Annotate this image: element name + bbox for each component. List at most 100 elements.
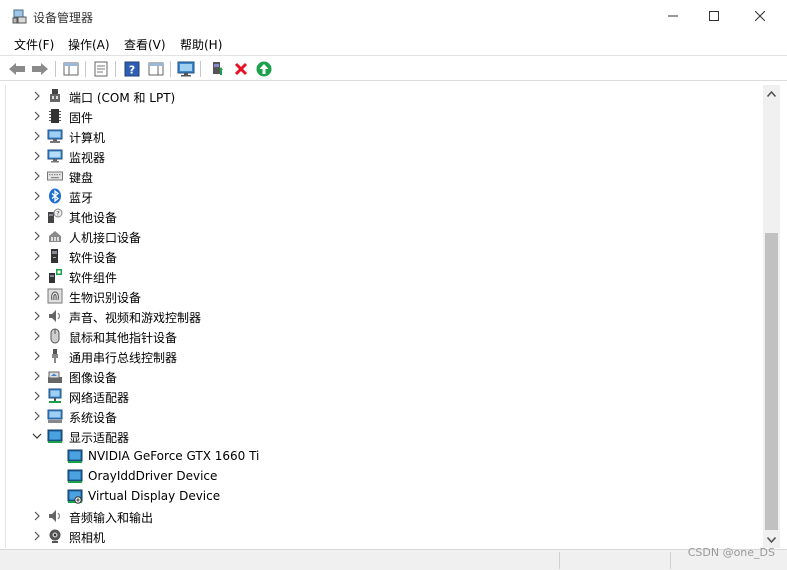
speaker-icon [49,310,61,322]
tree-item-label: 人机接口设备 [69,231,142,245]
tree-category-item[interactable]: 照相机 [6,526,763,546]
window-title: 设备管理器 [33,11,94,25]
maximize-button[interactable] [691,0,737,32]
chevron-right-icon[interactable] [32,371,42,381]
chevron-right-icon[interactable] [32,191,42,201]
close-icon [755,11,765,21]
chevron-right-icon[interactable] [32,511,42,521]
vertical-scrollbar[interactable] [763,85,780,548]
scrollbar-thumb[interactable] [765,233,778,530]
chevron-right-icon[interactable] [32,351,42,361]
show-hide-console-tree-button[interactable] [61,59,81,79]
tree-category-item[interactable]: 软件设备 [6,246,763,266]
status-divider [670,552,671,569]
properties-button[interactable] [91,59,111,79]
scan-hardware-button[interactable] [176,59,196,79]
back-button[interactable] [7,59,27,79]
status-bar [0,549,787,570]
network-adapter-icon [48,388,62,403]
action-pane-button[interactable] [146,59,166,79]
tree-category-item[interactable]: 网络适配器 [6,386,763,406]
tree-category-item[interactable]: 图像设备 [6,366,763,386]
software-device-icon [51,249,58,263]
menu-view[interactable]: 查看(V) [124,36,166,53]
tree-category-item[interactable]: 鼠标和其他指针设备 [6,326,763,346]
tree-child-item[interactable]: OrayIddDriver Device [6,466,763,486]
display-adapter-disabled-icon [67,489,83,504]
chevron-right-icon[interactable] [32,531,42,541]
update-driver-button[interactable] [207,59,227,79]
keyboard-icon [47,171,63,181]
chevron-right-icon[interactable] [32,391,42,401]
chevron-right-icon[interactable] [32,211,42,221]
monitor-icon [47,149,63,163]
tree-category-item[interactable]: 音频输入和输出 [6,506,763,526]
tree-item-label: 计算机 [69,131,106,145]
display-adapter-icon [67,449,83,463]
enable-device-button[interactable] [254,59,274,79]
tree-child-item[interactable]: NVIDIA GeForce GTX 1660 Ti [6,446,763,466]
chevron-right-icon[interactable] [32,251,42,261]
tree-category-item[interactable]: 蓝牙 [6,186,763,206]
action-pane-icon [148,62,164,76]
tree-item-label: 图像设备 [69,371,118,385]
tree-category-item[interactable]: 端口 (COM 和 LPT) [6,86,763,106]
port-icon [50,89,60,102]
enable-arrow-icon [256,61,272,77]
chevron-right-icon[interactable] [32,291,42,301]
tree-category-item[interactable]: 监视器 [6,146,763,166]
tree-category-item[interactable]: 软件组件 [6,266,763,286]
menu-help[interactable]: 帮助(H) [180,36,222,53]
tree-item-label: 网络适配器 [69,391,130,405]
tree-category-item[interactable]: 系统设备 [6,406,763,426]
webcam-icon [49,529,61,543]
chevron-right-icon[interactable] [32,151,42,161]
hid-icon [49,231,61,242]
chevron-right-icon[interactable] [32,271,42,281]
toolbar-separator [55,61,56,77]
scroll-up-button[interactable] [763,85,780,102]
forward-arrow-icon [32,63,48,75]
firmware-icon [49,109,61,123]
uninstall-device-button[interactable] [231,59,251,79]
chevron-right-icon[interactable] [32,311,42,321]
tree-category-item[interactable]: 显示适配器 [6,426,763,446]
tree-category-item[interactable]: 人机接口设备 [6,226,763,246]
usb-icon [52,349,58,363]
tree-item-label: 声音、视频和游戏控制器 [69,311,202,325]
chevron-right-icon[interactable] [32,411,42,421]
tree-category-item[interactable]: 计算机 [6,126,763,146]
forward-button[interactable] [30,59,50,79]
tree-item-label: OrayIddDriver Device [88,469,218,483]
tree-category-item[interactable]: 声音、视频和游戏控制器 [6,306,763,326]
close-button[interactable] [737,0,783,32]
tree-category-item[interactable]: 通用串行总线控制器 [6,346,763,366]
chevron-right-icon[interactable] [32,331,42,341]
device-tree[interactable]: 端口 (COM 和 LPT) 固件计算机 监视器 键盘 蓝牙? 其他设备人机接口设备 软件设… [5,85,763,548]
chevron-right-icon[interactable] [32,231,42,241]
chevron-right-icon[interactable] [32,91,42,101]
chevron-down-icon[interactable] [32,431,42,441]
device-manager-icon [12,9,27,24]
minimize-button[interactable] [650,0,696,32]
chevron-right-icon[interactable] [32,131,42,141]
chevron-right-icon[interactable] [32,171,42,181]
tree-item-label: 照相机 [69,531,106,545]
toolbar-separator [170,61,171,77]
chevron-right-icon[interactable] [32,111,42,121]
tree-item-label: 通用串行总线控制器 [69,351,178,365]
tree-category-item[interactable]: ? 其他设备 [6,206,763,226]
tree-child-item[interactable]: Virtual Display Device [6,486,763,506]
help-button[interactable]: ? [122,59,142,79]
tree-item-label: 固件 [69,111,94,125]
help-icon: ? [124,61,140,77]
tree-category-item[interactable]: 生物识别设备 [6,286,763,306]
menu-file[interactable]: 文件(F) [14,36,54,53]
tree-category-item[interactable]: 固件 [6,106,763,126]
unknown-device-icon: ? [48,208,63,223]
properties-icon [94,61,108,77]
tree-item-label: 显示适配器 [69,431,130,445]
menu-action[interactable]: 操作(A) [68,36,110,53]
tree-category-item[interactable]: 键盘 [6,166,763,186]
watermark: CSDN @one_DS [687,546,775,559]
